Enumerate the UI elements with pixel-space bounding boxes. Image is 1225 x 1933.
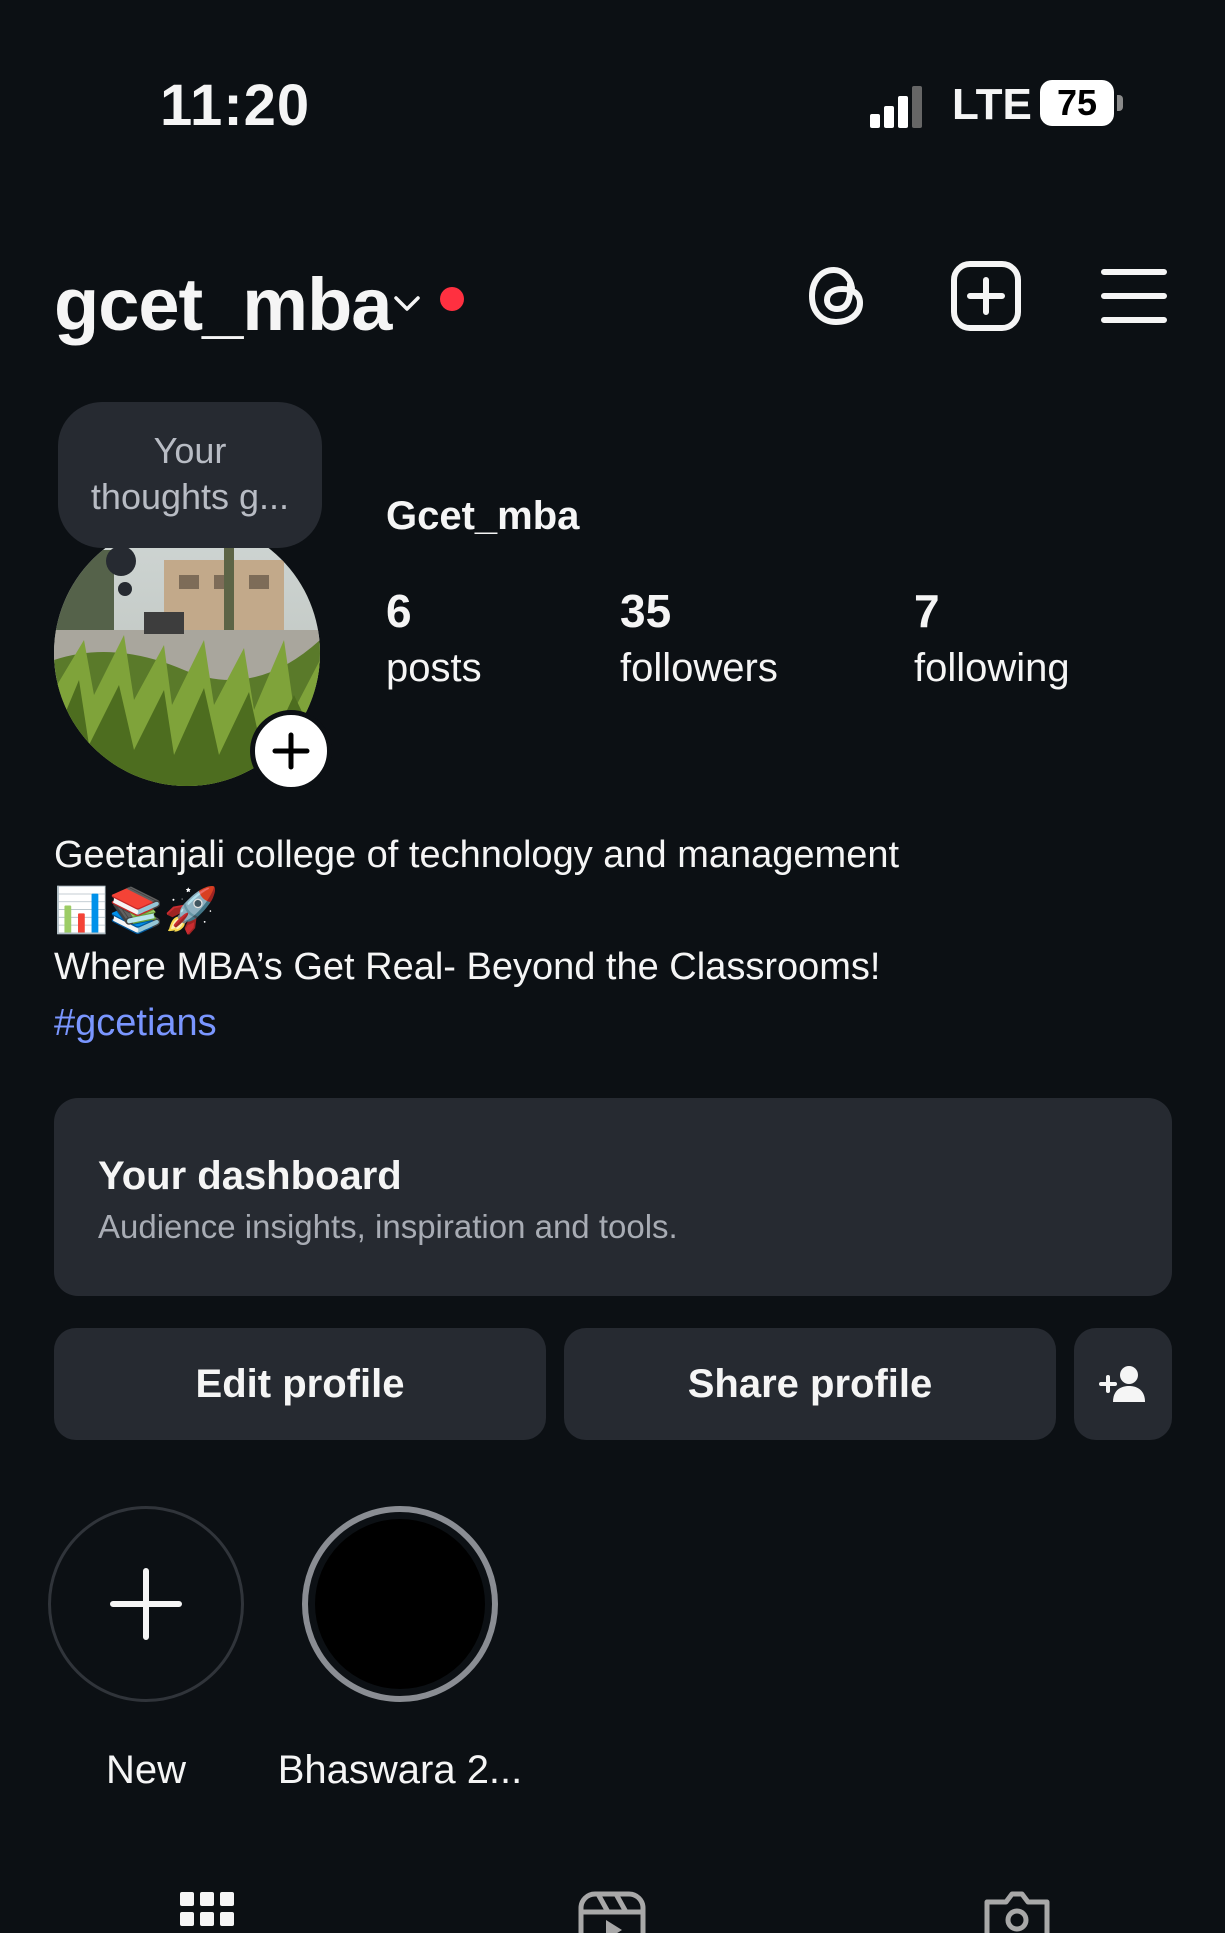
discover-people-button[interactable] [1074, 1328, 1172, 1440]
note-bubble-tail-small [118, 582, 132, 596]
reels-icon[interactable] [578, 1888, 648, 1933]
add-person-icon [1099, 1366, 1145, 1402]
menu-icon[interactable] [1096, 258, 1172, 334]
note-bubble-tail [106, 546, 136, 576]
following-count[interactable]: 7 [914, 584, 940, 638]
notification-dot [440, 287, 464, 311]
cellular-signal-icon [870, 86, 926, 128]
battery-icon: 75 [1040, 80, 1114, 126]
plus-icon [110, 1568, 182, 1640]
highlight-label: New [105, 1748, 187, 1792]
posts-label[interactable]: posts [386, 646, 482, 691]
bio-line: Where MBA’s Get Real- Beyond the Classro… [54, 946, 881, 988]
bio-hashtag-link[interactable]: #gcetians [54, 1002, 217, 1045]
posts-count[interactable]: 6 [386, 584, 412, 638]
dashboard-subtitle: Audience insights, inspiration and tools… [98, 1208, 678, 1245]
plus-square-icon[interactable] [948, 258, 1024, 334]
highlight-label: Bhaswara 2... [277, 1748, 523, 1792]
share-profile-button[interactable]: Share profile [564, 1328, 1056, 1440]
battery-tip [1117, 95, 1123, 111]
note-text-line1: Your [153, 430, 227, 471]
dashboard-title: Your dashboard [98, 1154, 402, 1198]
dashboard-card[interactable]: Your dashboard Audience insights, inspir… [54, 1098, 1172, 1296]
add-story-button[interactable] [250, 710, 332, 792]
bio-emojis: 📊📚🚀 [54, 886, 219, 935]
grid-icon[interactable] [178, 1888, 238, 1933]
highlight-bhaswara[interactable] [302, 1506, 498, 1702]
new-highlight-button[interactable] [48, 1506, 244, 1702]
display-name: Gcet_mba [386, 494, 580, 538]
chevron-down-icon[interactable] [392, 288, 422, 318]
followers-label[interactable]: followers [620, 646, 778, 691]
highlight-cover [315, 1519, 485, 1689]
plus-icon [272, 732, 310, 770]
account-switcher[interactable]: gcet_mba [54, 262, 392, 347]
tagged-icon[interactable] [982, 1888, 1052, 1933]
following-label[interactable]: following [914, 646, 1070, 691]
threads-icon[interactable] [800, 258, 876, 334]
network-label: LTE [952, 80, 1032, 129]
followers-count[interactable]: 35 [620, 584, 671, 638]
bio-line: Geetanjali college of technology and man… [54, 834, 900, 876]
note-text-line2: thoughts g... [90, 476, 290, 517]
status-time: 11:20 [160, 73, 311, 138]
note-bubble[interactable]: Your thoughts g... [58, 402, 322, 548]
edit-profile-button[interactable]: Edit profile [54, 1328, 546, 1440]
